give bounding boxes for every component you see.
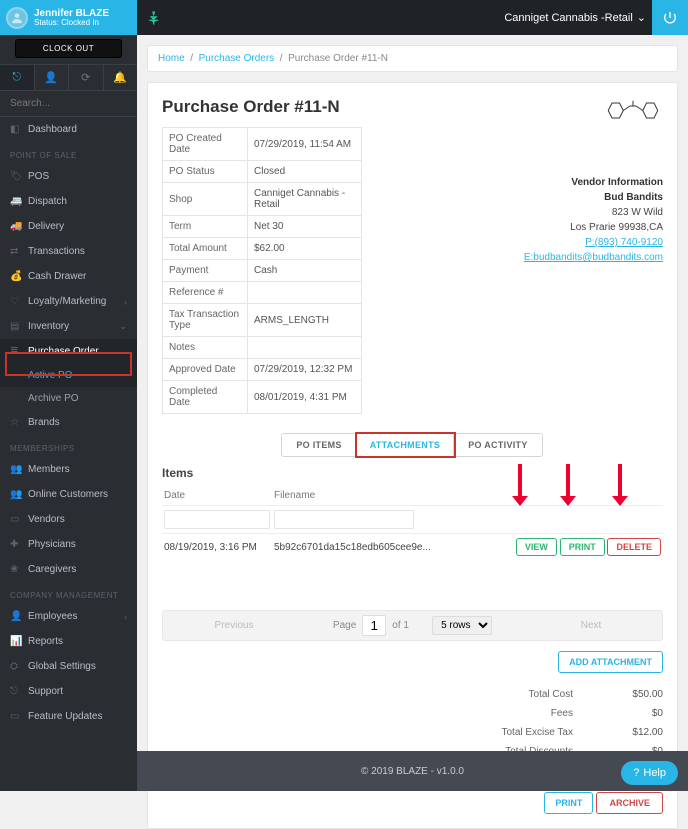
- vendor-phone[interactable]: P:(893) 740-9120: [585, 237, 663, 248]
- nav-head-members: MEMBERSHIPS: [0, 435, 137, 457]
- tenant-select[interactable]: Canniget Cannabis -Retail⌄: [504, 11, 646, 24]
- nav-active-po[interactable]: Active PO: [0, 364, 137, 387]
- po-info-table: PO Created Date07/29/2019, 11:54 AM PO S…: [162, 127, 362, 414]
- delete-button[interactable]: DELETE: [607, 538, 661, 556]
- col-date: Date: [162, 486, 272, 506]
- vendor-addr1: 823 W Wild: [483, 205, 663, 220]
- tab-icon-4[interactable]: 🔔: [104, 65, 138, 90]
- print-button[interactable]: PRINT: [560, 538, 605, 556]
- arrow-view: [505, 464, 535, 506]
- nav-members[interactable]: 👥Members: [0, 457, 137, 482]
- profile-header: Jennifer BLAZE Status: Clocked In: [0, 0, 137, 35]
- filter-date[interactable]: [164, 510, 270, 529]
- vendor-addr2: Los Prarie 99938,CA: [483, 220, 663, 235]
- tab-icon-2[interactable]: 👤: [35, 65, 70, 90]
- tab-attachments[interactable]: ATTACHMENTS: [356, 434, 454, 456]
- nav-purchase-order[interactable]: ≣Purchase Order⌄: [0, 339, 137, 364]
- pager-prev[interactable]: Previous: [169, 616, 299, 635]
- vendor-panel: Vendor Information Bud Bandits 823 W Wil…: [483, 175, 663, 265]
- profile-status: Status: Clocked In: [34, 19, 109, 28]
- sidebar-icon-tabs: ⎋ 👤 ⟳ 🔔: [0, 64, 137, 91]
- logo-leaf-icon: [147, 10, 163, 26]
- crumb-po[interactable]: Purchase Orders: [199, 53, 275, 64]
- nav-employees[interactable]: 👤Employees›: [0, 604, 137, 629]
- clock-out-button[interactable]: CLOCK OUT: [15, 39, 122, 58]
- page-input[interactable]: [362, 615, 386, 636]
- search-input[interactable]: [0, 91, 137, 117]
- archive-button[interactable]: ARCHIVE: [596, 792, 663, 814]
- filter-filename[interactable]: [274, 510, 414, 529]
- view-button[interactable]: VIEW: [516, 538, 557, 556]
- profile-name: Jennifer BLAZE: [34, 8, 109, 19]
- help-icon: ?: [633, 767, 639, 779]
- add-attachment-button[interactable]: ADD ATTACHMENT: [558, 651, 663, 673]
- nav-dispatch[interactable]: 🚐Dispatch: [0, 189, 137, 214]
- tab-po-activity[interactable]: PO ACTIVITY: [453, 433, 542, 457]
- nav-archive-po[interactable]: Archive PO: [0, 387, 137, 410]
- col-filename: Filename: [272, 486, 513, 506]
- nav-head-company: COMPANY MANAGEMENT: [0, 582, 137, 604]
- chevron-down-icon: ⌄: [637, 11, 646, 24]
- tab-icon-1[interactable]: ⎋: [0, 65, 35, 90]
- crumb-current: Purchase Order #11-N: [288, 53, 388, 64]
- footer-print-button[interactable]: PRINT: [544, 792, 593, 814]
- nav-support[interactable]: ⎋Support: [0, 679, 137, 704]
- tab-icon-3[interactable]: ⟳: [69, 65, 104, 90]
- page-title: Purchase Order #11-N: [162, 97, 663, 117]
- molecule-icon: [603, 93, 663, 128]
- nav-pos[interactable]: 🏷POS: [0, 164, 137, 189]
- vendor-head: Vendor Information: [483, 175, 663, 190]
- avatar: [6, 7, 28, 29]
- footer-text: © 2019 BLAZE - v1.0.0: [361, 766, 464, 777]
- logout-button[interactable]: [652, 0, 688, 35]
- nav-delivery[interactable]: 🚚Delivery: [0, 214, 137, 239]
- crumb-home[interactable]: Home: [158, 53, 185, 64]
- nav-inventory[interactable]: ▤Inventory⌄: [0, 314, 137, 339]
- vendor-name: Bud Bandits: [483, 190, 663, 205]
- nav-global-settings[interactable]: ⛭Global Settings: [0, 654, 137, 679]
- vendor-email[interactable]: E:budbandits@budbandits.com: [524, 252, 663, 263]
- nav-caregivers[interactable]: ❀Caregivers: [0, 557, 137, 582]
- highlight-attachments: ATTACHMENTS: [355, 432, 456, 458]
- cell-filename: 5b92c6701da15c18edb605cee9e...: [272, 534, 513, 561]
- arrow-print: [553, 464, 583, 506]
- cell-date: 08/19/2019, 3:16 PM: [162, 534, 272, 561]
- items-heading: Items: [162, 466, 663, 480]
- nav-online-customers[interactable]: 👥Online Customers: [0, 482, 137, 507]
- nav-brands[interactable]: ☆Brands: [0, 410, 137, 435]
- nav-head-pos: POINT OF SALE: [0, 142, 137, 164]
- nav-loyalty[interactable]: ♡Loyalty/Marketing›: [0, 289, 137, 314]
- help-button[interactable]: ?Help: [621, 761, 678, 785]
- tab-po-items[interactable]: PO ITEMS: [281, 433, 356, 457]
- nav-transactions[interactable]: ⇄Transactions: [0, 239, 137, 264]
- nav-dashboard[interactable]: ◧Dashboard: [0, 117, 137, 142]
- breadcrumb: Home / Purchase Orders / Purchase Order …: [147, 45, 678, 72]
- nav-reports[interactable]: 📊Reports: [0, 629, 137, 654]
- pager-next[interactable]: Next: [526, 616, 656, 635]
- arrow-delete: [605, 464, 635, 506]
- nav-physicians[interactable]: ✚Physicians: [0, 532, 137, 557]
- nav-cash-drawer[interactable]: 💰Cash Drawer: [0, 264, 137, 289]
- nav-vendors[interactable]: ▭Vendors: [0, 507, 137, 532]
- nav-feature-updates[interactable]: ▭Feature Updates: [0, 704, 137, 729]
- attachment-row: 08/19/2019, 3:16 PM 5b92c6701da15c18edb6…: [162, 534, 663, 561]
- rows-select[interactable]: 5 rows: [432, 616, 492, 635]
